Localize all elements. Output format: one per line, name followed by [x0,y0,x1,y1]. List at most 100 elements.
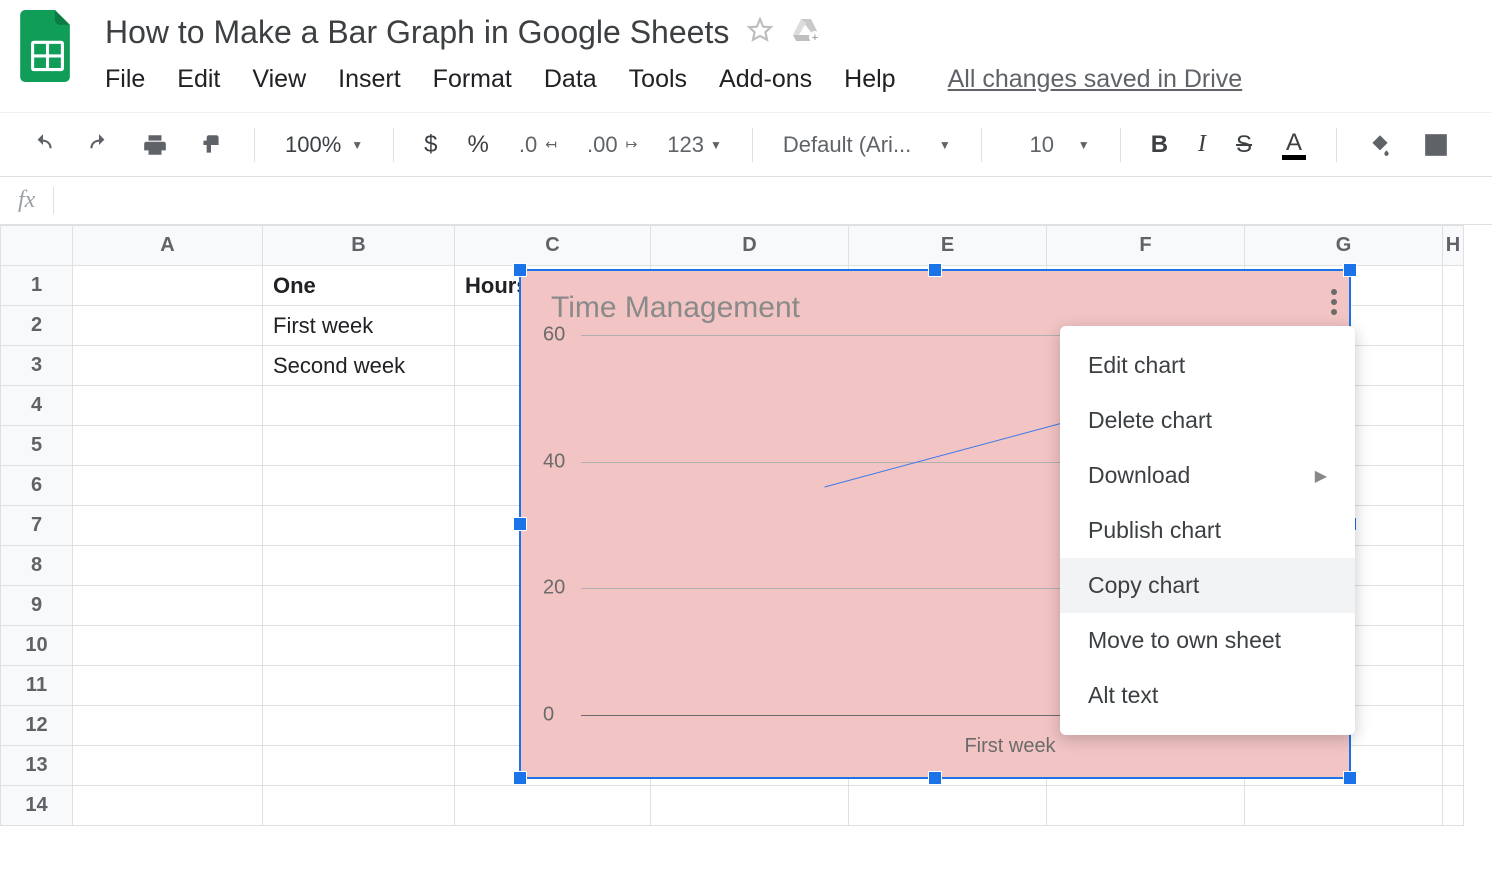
cell-B6[interactable] [263,466,455,506]
row-header-3[interactable]: 3 [1,346,73,386]
decrease-decimal-button[interactable]: .0↤ [513,128,563,162]
formula-input[interactable] [54,177,1474,224]
row-header-12[interactable]: 12 [1,706,73,746]
ctx-download[interactable]: Download▶ [1060,448,1355,503]
col-header-B[interactable]: B [263,226,455,266]
italic-button[interactable]: I [1192,127,1212,162]
cell-B10[interactable] [263,626,455,666]
cell-A12[interactable] [73,706,263,746]
increase-decimal-button[interactable]: .00↦ [581,128,643,162]
select-all-corner[interactable] [1,226,73,266]
row-header-8[interactable]: 8 [1,546,73,586]
cell-A5[interactable] [73,426,263,466]
cell-H13[interactable] [1443,746,1464,786]
cell-A11[interactable] [73,666,263,706]
ctx-delete-chart[interactable]: Delete chart [1060,393,1355,448]
menu-tools[interactable]: Tools [629,65,687,94]
doc-title[interactable]: How to Make a Bar Graph in Google Sheets [105,14,729,51]
menu-view[interactable]: View [252,65,306,94]
ctx-move-to-own-sheet[interactable]: Move to own sheet [1060,613,1355,668]
cell-H4[interactable] [1443,386,1464,426]
ctx-alt-text[interactable]: Alt text [1060,668,1355,723]
cell-B3[interactable]: Second week [263,346,455,386]
print-button[interactable] [136,128,174,162]
cell-A1[interactable] [73,266,263,306]
format-currency-button[interactable]: $ [418,127,443,163]
menu-file[interactable]: File [105,65,145,94]
ctx-copy-chart[interactable]: Copy chart [1060,558,1355,613]
cell-B8[interactable] [263,546,455,586]
col-header-G[interactable]: G [1245,226,1443,266]
cell-A13[interactable] [73,746,263,786]
cell-C14[interactable] [455,786,651,826]
cell-E14[interactable] [849,786,1047,826]
col-header-C[interactable]: C [455,226,651,266]
cell-H10[interactable] [1443,626,1464,666]
cell-H5[interactable] [1443,426,1464,466]
row-header-5[interactable]: 5 [1,426,73,466]
strikethrough-button[interactable]: S [1230,127,1258,163]
font-size-dropdown[interactable]: 10▼ [1006,128,1096,162]
more-formats-dropdown[interactable]: 123▼ [661,128,728,162]
col-header-H[interactable]: H [1443,226,1464,266]
cell-G14[interactable] [1245,786,1443,826]
menu-insert[interactable]: Insert [338,65,401,94]
cell-B11[interactable] [263,666,455,706]
cell-H14[interactable] [1443,786,1464,826]
menu-format[interactable]: Format [433,65,512,94]
borders-button[interactable] [1417,128,1455,162]
resize-handle-br[interactable] [1343,771,1357,785]
row-header-7[interactable]: 7 [1,506,73,546]
cell-B5[interactable] [263,426,455,466]
resize-handle-bl[interactable] [513,771,527,785]
ctx-edit-chart[interactable]: Edit chart [1060,338,1355,393]
menu-edit[interactable]: Edit [177,65,220,94]
zoom-dropdown[interactable]: 100%▼ [279,128,369,162]
cell-B7[interactable] [263,506,455,546]
font-family-dropdown[interactable]: Default (Ari...▼ [777,128,957,162]
cell-A2[interactable] [73,306,263,346]
resize-handle-ml[interactable] [513,517,527,531]
resize-handle-tr[interactable] [1343,263,1357,277]
cell-B13[interactable] [263,746,455,786]
cell-D14[interactable] [651,786,849,826]
row-header-9[interactable]: 9 [1,586,73,626]
cell-B12[interactable] [263,706,455,746]
paint-format-button[interactable] [192,128,230,162]
cell-B9[interactable] [263,586,455,626]
cell-B2[interactable]: First week [263,306,455,346]
cell-B4[interactable] [263,386,455,426]
row-header-14[interactable]: 14 [1,786,73,826]
cell-A9[interactable] [73,586,263,626]
cell-H7[interactable] [1443,506,1464,546]
cell-A3[interactable] [73,346,263,386]
save-status[interactable]: All changes saved in Drive [948,65,1243,94]
cell-A8[interactable] [73,546,263,586]
row-header-4[interactable]: 4 [1,386,73,426]
drive-add-icon[interactable]: + [791,14,821,51]
cell-H1[interactable] [1443,266,1464,306]
row-header-6[interactable]: 6 [1,466,73,506]
menu-data[interactable]: Data [544,65,597,94]
chart-options-icon[interactable] [1331,289,1337,315]
menu-help[interactable]: Help [844,65,895,94]
cell-B1[interactable]: One [263,266,455,306]
cell-F14[interactable] [1047,786,1245,826]
fill-color-button[interactable] [1361,128,1399,162]
resize-handle-tl[interactable] [513,263,527,277]
cell-A7[interactable] [73,506,263,546]
col-header-D[interactable]: D [651,226,849,266]
resize-handle-tm[interactable] [928,263,942,277]
menu-addons[interactable]: Add-ons [719,65,812,94]
ctx-publish-chart[interactable]: Publish chart [1060,503,1355,558]
cell-A10[interactable] [73,626,263,666]
bold-button[interactable]: B [1145,127,1174,163]
col-header-A[interactable]: A [73,226,263,266]
cell-H9[interactable] [1443,586,1464,626]
cell-H3[interactable] [1443,346,1464,386]
cell-A6[interactable] [73,466,263,506]
star-icon[interactable] [747,14,773,51]
redo-button[interactable] [80,128,118,162]
col-header-E[interactable]: E [849,226,1047,266]
cell-A4[interactable] [73,386,263,426]
